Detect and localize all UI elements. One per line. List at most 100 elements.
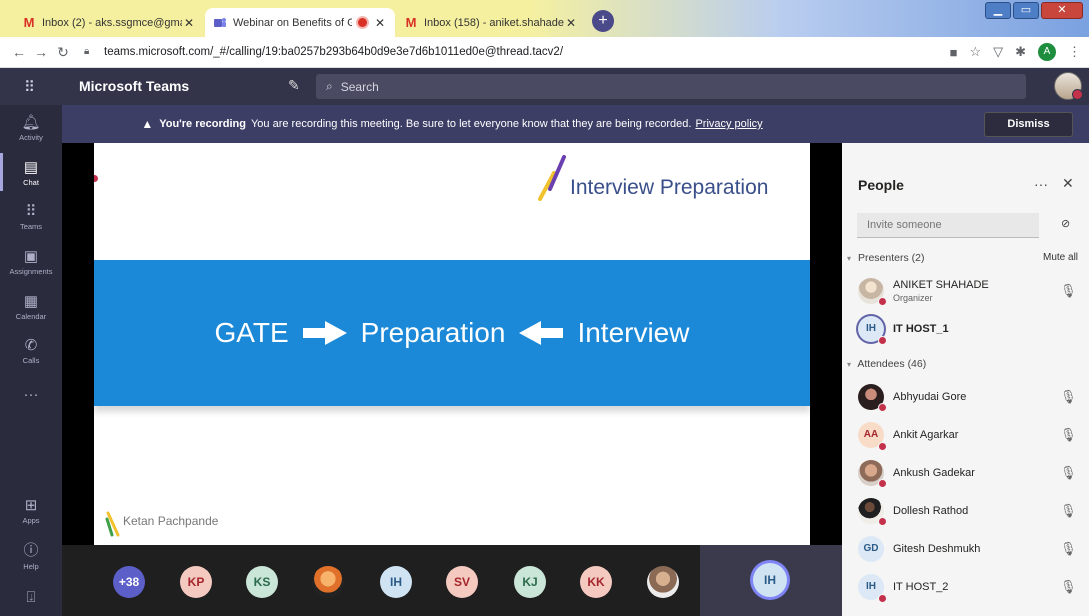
participant-name: IT HOST_1 <box>893 323 949 335</box>
rail-calendar[interactable]: ▦ Calendar <box>0 292 62 321</box>
minimize-button[interactable]: ▁ <box>985 2 1011 19</box>
participant-photo-avatar[interactable] <box>312 566 344 598</box>
participant-name: ANIKET SHAHADE <box>893 279 989 291</box>
rail-activity[interactable]: 🔔︎ Activity <box>0 113 62 142</box>
camera-icon[interactable]: ■ <box>950 45 958 60</box>
phone-icon: ✆ <box>24 337 38 354</box>
url-field[interactable]: 🔒︎ teams.microsoft.com/_#/calling/19:ba0… <box>84 46 563 58</box>
participant-row[interactable]: Abhyudai Gore 🎙︎ <box>842 382 1089 414</box>
participant-avatar[interactable]: KS <box>246 566 278 598</box>
shield-extension-icon[interactable]: ▽ <box>993 44 1003 60</box>
banner-text: You are recording this meeting. Be sure … <box>250 118 692 130</box>
browser-menu-icon[interactable]: ⋮ <box>1068 44 1081 60</box>
rail-teams[interactable]: ⠿ Teams <box>0 202 62 231</box>
forward-arrow-icon[interactable]: → <box>30 44 52 60</box>
participant-photo-avatar <box>858 384 887 412</box>
presenter-name: Ketan Pachpande <box>123 514 219 528</box>
participant-row[interactable]: IH IT HOST_2 🎙︎ <box>842 572 1089 604</box>
window-controls: ▁ ▭ ✕ <box>985 2 1083 19</box>
participant-row[interactable]: Dollesh Rathod 🎙︎ <box>842 496 1089 528</box>
user-avatar[interactable] <box>1054 72 1083 100</box>
browser-tab-gmail-2[interactable]: M Inbox (158) - aniket.shahade11@ ✕ <box>396 8 586 37</box>
rail-download[interactable]: ⍗ <box>0 589 62 608</box>
presenters-section-header[interactable]: ▾ Presenters (2) <box>847 252 924 264</box>
mute-all-button[interactable]: Mute all <box>1043 252 1078 263</box>
tab-close-icon[interactable]: ✕ <box>564 16 578 30</box>
mic-off-icon: 🎙︎ <box>1060 465 1077 480</box>
participant-avatar[interactable]: SV <box>446 566 478 598</box>
rail-help[interactable]: ⓘ Help <box>0 539 62 571</box>
participant-avatar: GD <box>858 536 884 562</box>
invite-input[interactable] <box>857 213 1039 238</box>
new-chat-icon[interactable]: ✎ <box>288 77 300 94</box>
overflow-participants-button[interactable]: +38 <box>113 566 145 598</box>
busy-status-icon <box>878 297 887 306</box>
apps-icon: ⊞ <box>24 497 38 514</box>
teams-icon: ⠿ <box>25 203 37 220</box>
participant-avatar[interactable]: KJ <box>514 566 546 598</box>
recording-dot-icon <box>94 173 100 184</box>
headline-word-gate: GATE <box>214 317 289 348</box>
participant-name: Abhyudai Gore <box>893 391 967 403</box>
link-icon[interactable]: ⊘ <box>1061 217 1070 230</box>
participant-row[interactable]: ANIKET SHAHADE Organizer 🎙︎ <box>842 276 1089 308</box>
rail-chat[interactable]: ▤ Chat <box>0 153 62 191</box>
meeting-stage: Interview Preparation GATE Preparation I… <box>62 143 842 545</box>
mic-off-icon: 🎙︎ <box>1060 389 1077 404</box>
close-window-button[interactable]: ✕ <box>1041 2 1083 19</box>
people-panel: People ··· ✕ ⊘ ▾ Presenters (2) Mute all… <box>842 143 1089 616</box>
tab-close-icon[interactable]: ✕ <box>373 16 387 30</box>
participant-row[interactable]: IH IT HOST_1 <box>842 314 1089 346</box>
search-placeholder: Search <box>340 79 379 94</box>
arrow-left-icon <box>519 321 564 345</box>
participant-row[interactable]: Ankush Gadekar 🎙︎ <box>842 458 1089 490</box>
busy-status-icon <box>878 336 887 345</box>
participant-avatar[interactable]: KP <box>180 566 212 598</box>
search-box[interactable]: ⌕ Search <box>316 74 1026 99</box>
rail-more[interactable]: ··· <box>0 386 62 405</box>
browser-tab-gmail-1[interactable]: M Inbox (2) - aks.ssgmce@gmail.co ✕ <box>14 8 204 37</box>
profile-avatar[interactable]: A <box>1038 43 1056 61</box>
browser-toolbar-icons: ■ ☆ ▽ ✱ A ⋮ <box>950 43 1081 61</box>
warning-icon: ▲ <box>141 117 154 131</box>
participant-name: Ankit Agarkar <box>893 429 959 441</box>
busy-status-icon <box>878 479 887 488</box>
participant-avatar[interactable]: KK <box>580 566 612 598</box>
dismiss-button[interactable]: Dismiss <box>984 112 1073 137</box>
participant-row[interactable]: AA Ankit Agarkar 🎙︎ <box>842 420 1089 452</box>
lock-icon: 🔒︎ <box>84 46 90 57</box>
slide-band: GATE Preparation Interview <box>94 260 810 406</box>
participant-photo-avatar[interactable] <box>647 566 679 598</box>
help-icon: ⓘ <box>23 542 39 559</box>
app-launcher-icon[interactable]: ⠿ <box>24 78 36 96</box>
back-arrow-icon[interactable]: ← <box>8 44 30 60</box>
new-tab-button[interactable]: + <box>592 10 614 32</box>
rail-calls[interactable]: ✆ Calls <box>0 336 62 365</box>
participant-photo-avatar <box>858 278 887 306</box>
star-icon[interactable]: ☆ <box>969 44 981 60</box>
participant-row[interactable]: GD Gitesh Deshmukh 🎙︎ <box>842 534 1089 566</box>
rail-apps[interactable]: ⊞ Apps <box>0 496 62 525</box>
busy-status-icon <box>878 594 887 603</box>
active-speaker-tile[interactable]: IH <box>700 545 842 616</box>
reload-icon[interactable]: ↻ <box>52 44 74 61</box>
tab-close-icon[interactable]: ✕ <box>182 16 196 30</box>
close-icon[interactable]: ✕ <box>1062 175 1074 192</box>
maximize-button[interactable]: ▭ <box>1013 2 1039 19</box>
privacy-policy-link[interactable]: Privacy policy <box>695 118 762 130</box>
chevron-down-icon: ▾ <box>847 254 852 263</box>
attendees-section-header[interactable]: ▾ Attendees (46) <box>847 358 926 370</box>
browser-tab-teams[interactable]: Webinar on Benefits of GATE ✕ <box>205 8 395 37</box>
rail-assignments[interactable]: ▣ Assignments <box>0 247 62 276</box>
presenter-logo-icon <box>105 511 120 537</box>
extensions-puzzle-icon[interactable]: ✱ <box>1015 44 1026 60</box>
gmail-icon: M <box>23 15 35 30</box>
slide-headline: GATE Preparation Interview <box>94 260 810 406</box>
busy-status-icon <box>878 403 887 412</box>
assignments-icon: ▣ <box>23 248 39 265</box>
participant-avatar[interactable]: IH <box>380 566 412 598</box>
calendar-icon: ▦ <box>23 293 39 310</box>
active-speaker-avatar: IH <box>753 563 787 597</box>
chat-icon: ▤ <box>23 159 39 176</box>
more-options-icon[interactable]: ··· <box>1034 176 1048 192</box>
